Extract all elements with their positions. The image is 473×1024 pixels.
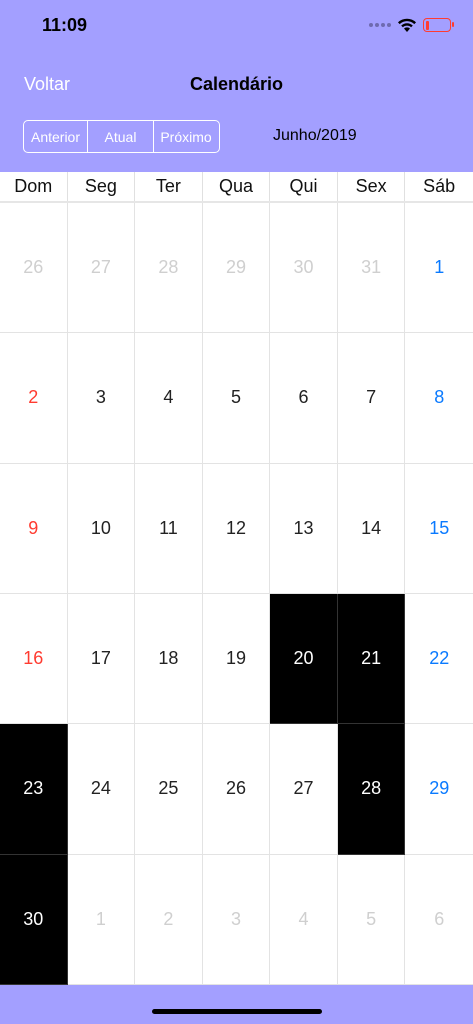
day-cell[interactable]: 5 [337, 854, 406, 985]
month-segmented-control: Anterior Atual Próximo [23, 120, 220, 153]
segment-current[interactable]: Atual [88, 121, 154, 152]
header: 11:09 Voltar Calendário Anterior Atual P… [0, 0, 473, 172]
calendar-grid: 26 27 28 29 30 31 1 2 3 4 5 6 7 8 9 10 1… [0, 203, 473, 985]
day-cell[interactable]: 23 [0, 724, 68, 855]
day-cell[interactable]: 6 [270, 333, 338, 464]
segment-next[interactable]: Próximo [154, 121, 218, 152]
wifi-icon [398, 18, 416, 32]
day-cell[interactable]: 12 [202, 463, 271, 594]
day-cell[interactable]: 4 [270, 854, 338, 985]
day-cell[interactable]: 20 [270, 593, 338, 725]
weekday-label: Ter [135, 172, 203, 201]
day-cell[interactable]: 30 [0, 854, 68, 985]
day-cell[interactable]: 11 [135, 463, 203, 594]
day-cell[interactable]: 4 [135, 333, 203, 464]
day-cell[interactable]: 26 [0, 203, 68, 334]
day-cell[interactable]: 29 [405, 724, 473, 855]
day-cell[interactable]: 9 [0, 463, 68, 594]
day-cell[interactable]: 25 [135, 724, 203, 855]
home-indicator[interactable] [152, 1009, 322, 1014]
weekday-label: Seg [68, 172, 136, 201]
day-cell[interactable]: 13 [270, 463, 338, 594]
status-time: 11:09 [42, 15, 88, 35]
day-cell[interactable]: 17 [67, 593, 136, 725]
day-cell[interactable]: 3 [202, 854, 271, 985]
day-cell[interactable]: 28 [337, 724, 406, 855]
day-cell[interactable]: 10 [67, 463, 136, 594]
footer-bar [0, 985, 473, 1024]
day-cell[interactable]: 18 [135, 593, 203, 725]
day-cell[interactable]: 31 [337, 203, 406, 334]
month-label: Junho/2019 [273, 127, 357, 144]
day-cell[interactable]: 19 [202, 593, 271, 725]
day-cell[interactable]: 29 [202, 203, 271, 334]
day-cell[interactable]: 16 [0, 593, 68, 725]
segment-previous[interactable]: Anterior [24, 121, 88, 152]
day-cell[interactable]: 7 [337, 333, 406, 464]
page-title: Calendário [189, 74, 284, 94]
back-button[interactable]: Voltar [24, 74, 70, 95]
day-cell[interactable]: 2 [0, 333, 68, 464]
day-cell[interactable]: 1 [67, 854, 136, 985]
weekday-label: Dom [0, 172, 68, 201]
day-cell[interactable]: 27 [67, 203, 136, 334]
status-icons [369, 14, 454, 36]
day-cell[interactable]: 24 [67, 724, 136, 855]
battery-low-icon [423, 18, 454, 32]
weekday-label: Sex [338, 172, 406, 201]
day-cell[interactable]: 8 [405, 333, 473, 464]
weekday-label: Qui [270, 172, 338, 201]
cellular-signal-icon [369, 23, 391, 27]
day-cell[interactable]: 28 [135, 203, 203, 334]
weekday-header-row: Dom Seg Ter Qua Qui Sex Sáb [0, 172, 473, 203]
day-cell[interactable]: 27 [270, 724, 338, 855]
day-cell[interactable]: 6 [405, 855, 473, 985]
day-cell[interactable]: 21 [337, 593, 406, 725]
day-cell[interactable]: 2 [135, 854, 203, 985]
day-cell[interactable]: 30 [270, 203, 338, 334]
day-cell[interactable]: 5 [202, 333, 271, 464]
weekday-label: Sáb [423, 176, 456, 196]
day-cell[interactable]: 26 [202, 724, 271, 855]
weekday-label: Qua [203, 172, 271, 201]
day-cell[interactable]: 15 [405, 464, 473, 594]
day-cell[interactable]: 22 [405, 594, 473, 725]
day-cell[interactable]: 1 [405, 203, 473, 334]
day-cell[interactable]: 14 [337, 463, 406, 594]
day-cell[interactable]: 3 [67, 333, 136, 464]
